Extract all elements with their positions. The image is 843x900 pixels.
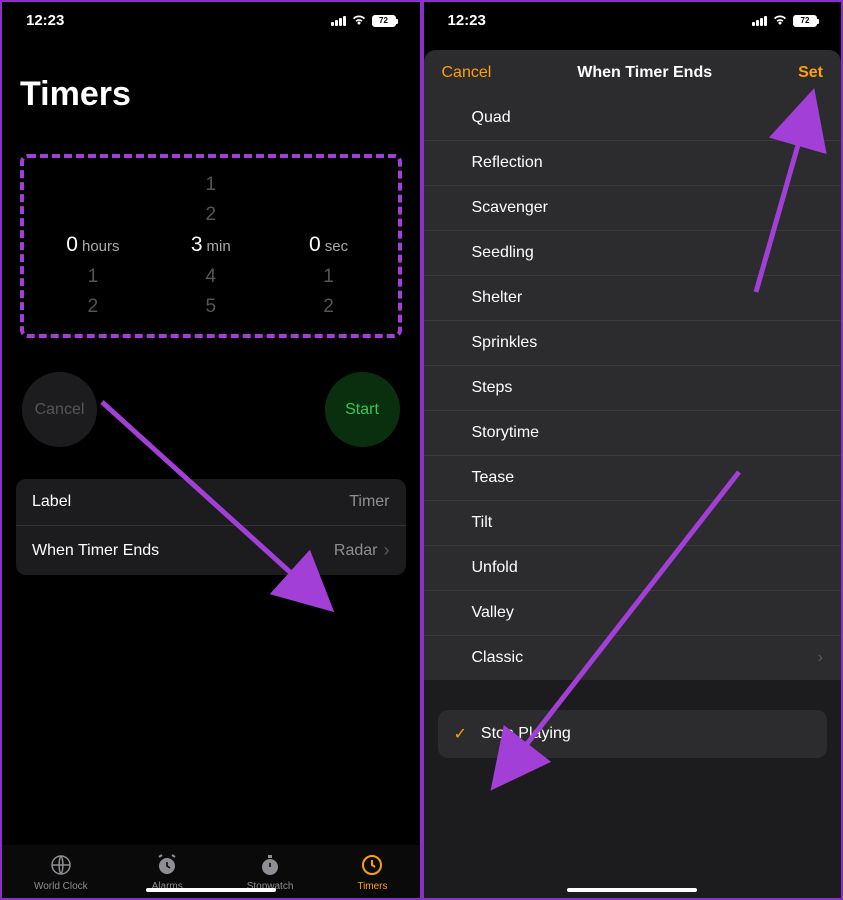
timer-icon	[360, 853, 384, 877]
sound-row[interactable]: Sprinkles	[424, 321, 842, 366]
phone-left-timers: 12:23 72 Timers 0hours 1 2 1 2 3min 4	[2, 2, 420, 898]
sound-row[interactable]: Valley	[424, 591, 842, 636]
sound-row[interactable]: Shelter	[424, 276, 842, 321]
chevron-right-icon: ›	[818, 649, 823, 667]
tab-stopwatch[interactable]: Stopwatch	[247, 853, 294, 892]
label-value: Timer	[349, 493, 389, 511]
modal-title: When Timer Ends	[577, 64, 712, 82]
picker-seconds[interactable]: 0sec 1 2	[270, 170, 387, 322]
set-button[interactable]: Set	[798, 64, 823, 82]
home-indicator[interactable]	[567, 888, 697, 892]
status-indicators: 72	[752, 13, 817, 29]
stopwatch-icon	[258, 853, 282, 877]
alarm-icon	[155, 853, 179, 877]
sound-row[interactable]: Reflection	[424, 141, 842, 186]
sound-row[interactable]: Quad	[424, 96, 842, 141]
wifi-icon	[351, 13, 367, 29]
sound-picker-modal: Cancel When Timer Ends Set Quad Reflecti…	[424, 50, 842, 898]
wifi-icon	[772, 13, 788, 29]
sound-row-classic[interactable]: Classic›	[424, 636, 842, 680]
battery-icon: 72	[793, 15, 817, 27]
tab-alarms[interactable]: Alarms	[152, 853, 183, 892]
home-indicator[interactable]	[146, 888, 276, 892]
chevron-right-icon: ›	[384, 540, 390, 561]
tab-world-clock[interactable]: World Clock	[34, 853, 88, 892]
battery-icon: 72	[372, 15, 396, 27]
ends-title: When Timer Ends	[32, 542, 159, 560]
modal-header: Cancel When Timer Ends Set	[424, 50, 842, 96]
sound-list[interactable]: Quad Reflection Scavenger Seedling Shelt…	[424, 96, 842, 680]
sound-row[interactable]: Tease	[424, 456, 842, 501]
status-bar: 12:23 72	[424, 2, 842, 35]
stop-playing-row[interactable]: ✓ Stop Playing	[438, 710, 828, 758]
time-picker[interactable]: 0hours 1 2 1 2 3min 4 5 0sec 1 2	[20, 154, 402, 338]
tab-timers[interactable]: Timers	[357, 853, 387, 892]
sound-row[interactable]: Unfold	[424, 546, 842, 591]
page-title: Timers	[2, 35, 420, 134]
timer-settings: Label Timer When Timer Ends Radar ›	[16, 479, 406, 575]
sound-row[interactable]: Steps	[424, 366, 842, 411]
phone-right-sounds: 12:23 72 Cancel When Timer Ends Set Quad…	[424, 2, 842, 898]
cellular-icon	[752, 16, 767, 26]
picker-hours[interactable]: 0hours 1 2	[35, 170, 152, 322]
start-button[interactable]: Start	[325, 372, 400, 447]
status-time: 12:23	[448, 12, 486, 29]
picker-minutes[interactable]: 1 2 3min 4 5	[152, 170, 269, 322]
stop-playing-label: Stop Playing	[481, 725, 571, 743]
label-row[interactable]: Label Timer	[16, 479, 406, 526]
sound-row[interactable]: Seedling	[424, 231, 842, 276]
status-time: 12:23	[26, 12, 64, 29]
action-buttons: Cancel Start	[2, 358, 420, 461]
label-title: Label	[32, 493, 71, 511]
globe-icon	[49, 853, 73, 877]
sound-row[interactable]: Scavenger	[424, 186, 842, 231]
ends-value: Radar	[334, 542, 378, 560]
check-icon: ✓	[454, 724, 467, 744]
cellular-icon	[331, 16, 346, 26]
cancel-button[interactable]: Cancel	[442, 64, 492, 82]
sound-row[interactable]: Tilt	[424, 501, 842, 546]
tab-bar: World Clock Alarms Stopwatch Timers	[2, 845, 420, 898]
status-bar: 12:23 72	[2, 2, 420, 35]
when-timer-ends-row[interactable]: When Timer Ends Radar ›	[16, 526, 406, 575]
sound-row[interactable]: Storytime	[424, 411, 842, 456]
cancel-button[interactable]: Cancel	[22, 372, 97, 447]
status-indicators: 72	[331, 13, 396, 29]
